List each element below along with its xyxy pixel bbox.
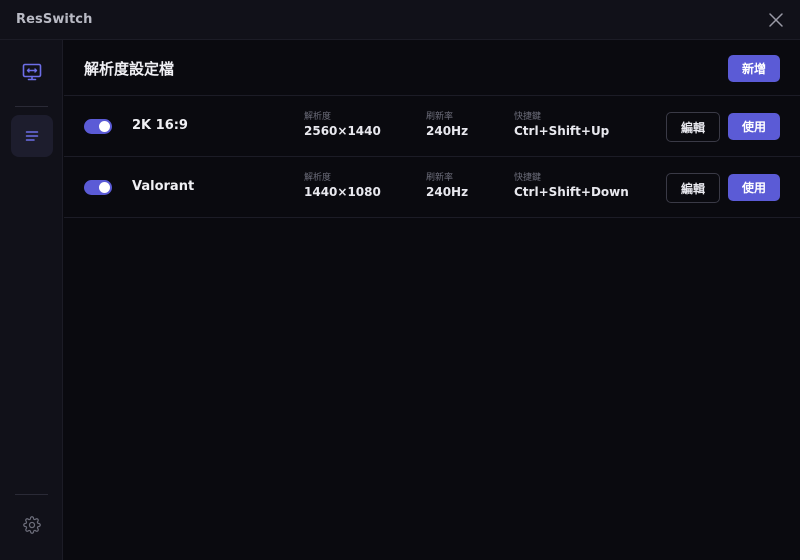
app-window: ResSwitch 解析度設定檔 新增 2K 16:9 解析度 2560×144… <box>0 0 800 560</box>
refresh-rate-field: 刷新率 240Hz <box>426 112 468 140</box>
profile-name: 2K 16:9 <box>132 118 188 133</box>
gear-icon <box>23 516 41 534</box>
profile-row: 2K 16:9 解析度 2560×1440 刷新率 240Hz 快捷鍵 Ctrl… <box>64 96 800 157</box>
hotkey-field: 快捷鍵 Ctrl+Shift+Up <box>514 112 609 140</box>
sidebar-item-settings[interactable] <box>11 504 53 546</box>
use-button[interactable]: 使用 <box>728 113 780 140</box>
profile-name: Valorant <box>132 179 195 194</box>
title-bar[interactable]: ResSwitch <box>0 0 800 40</box>
resolution-label: 解析度 <box>304 173 332 183</box>
sidebar <box>0 40 63 560</box>
close-icon <box>769 13 783 27</box>
page-header: 解析度設定檔 新增 <box>64 40 800 96</box>
profile-enabled-toggle[interactable] <box>84 180 112 195</box>
sidebar-divider <box>15 106 48 107</box>
hotkey-value: Ctrl+Shift+Up <box>514 124 610 138</box>
refresh-rate-field: 刷新率 240Hz <box>426 173 468 201</box>
monitor-resize-icon <box>22 63 42 81</box>
hotkey-field: 快捷鍵 Ctrl+Shift+Down <box>514 173 629 201</box>
sidebar-divider <box>15 494 48 495</box>
add-profile-button[interactable]: 新增 <box>728 55 780 82</box>
sidebar-item-profiles[interactable] <box>11 115 53 157</box>
resolution-label: 解析度 <box>304 112 332 122</box>
resolution-value: 2560×1440 <box>304 124 381 138</box>
resolution-value: 1440×1080 <box>304 185 381 199</box>
page-title: 解析度設定檔 <box>84 60 175 78</box>
list-icon <box>25 131 39 141</box>
refresh-rate-label: 刷新率 <box>426 112 454 122</box>
sidebar-item-displays[interactable] <box>11 51 53 93</box>
app-title: ResSwitch <box>16 12 93 27</box>
resolution-field: 解析度 2560×1440 <box>304 112 381 140</box>
hotkey-label: 快捷鍵 <box>514 173 542 183</box>
hotkey-value: Ctrl+Shift+Down <box>514 185 629 199</box>
refresh-rate-value: 240Hz <box>426 124 469 138</box>
toggle-knob <box>99 182 110 193</box>
profile-enabled-toggle[interactable] <box>84 119 112 134</box>
hotkey-label: 快捷鍵 <box>514 112 542 122</box>
refresh-rate-label: 刷新率 <box>426 173 454 183</box>
close-button[interactable] <box>764 8 788 32</box>
refresh-rate-value: 240Hz <box>426 185 469 199</box>
toggle-knob <box>99 121 110 132</box>
edit-button[interactable]: 編輯 <box>666 112 720 142</box>
resolution-field: 解析度 1440×1080 <box>304 173 381 201</box>
use-button[interactable]: 使用 <box>728 174 780 201</box>
edit-button[interactable]: 編輯 <box>666 173 720 203</box>
profile-row: Valorant 解析度 1440×1080 刷新率 240Hz 快捷鍵 Ctr… <box>64 157 800 218</box>
main-content: 解析度設定檔 新增 2K 16:9 解析度 2560×1440 刷新率 240H… <box>64 40 800 560</box>
